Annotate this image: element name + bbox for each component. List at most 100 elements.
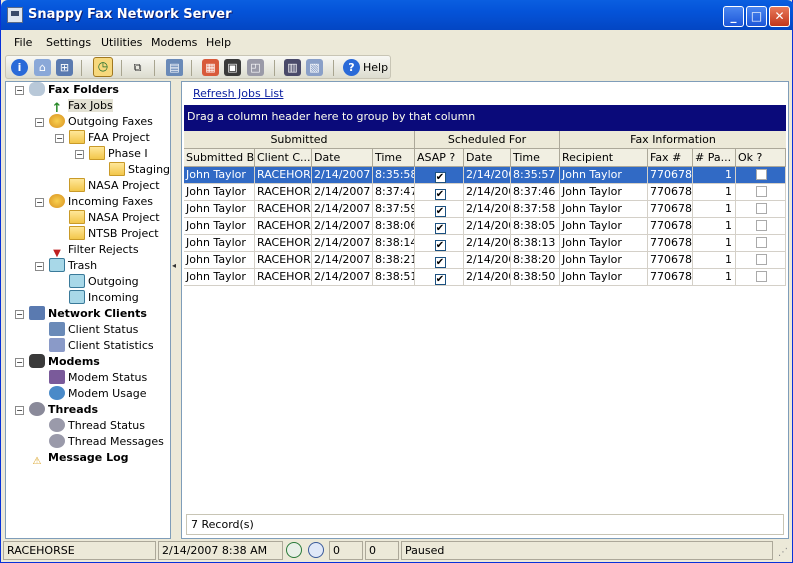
col-header-fax-number[interactable]: Fax #	[648, 149, 693, 167]
table-row[interactable]: John TaylorRACEHORS2/14/20078:35:58 AM✔2…	[184, 167, 786, 184]
cell-asap: ✔	[415, 201, 464, 218]
asap-checkbox[interactable]: ✔	[434, 189, 446, 200]
copy-icon[interactable]: ⧉	[129, 59, 146, 76]
refresh-jobs-link[interactable]: Refresh Jobs List	[193, 87, 283, 100]
fax-machine-icon[interactable]: ▣	[224, 59, 241, 76]
ok-checkbox[interactable]	[756, 203, 767, 214]
schedule-clock-icon[interactable]: ◷	[93, 57, 113, 77]
ok-checkbox[interactable]	[756, 271, 767, 282]
col-header-client-computer[interactable]: Client C...	[255, 149, 312, 167]
menu-file[interactable]: File	[14, 36, 32, 49]
cell-pages: 1	[693, 201, 736, 218]
tree-trash[interactable]: Trash	[49, 258, 97, 274]
tree-trash-incoming[interactable]: Incoming	[69, 290, 139, 306]
close-button[interactable]: ✕	[769, 6, 790, 27]
cell-recipient: John Taylor	[560, 235, 648, 252]
tree-thread-messages[interactable]: Thread Messages	[49, 434, 164, 450]
tree-client-statistics[interactable]: Client Statistics	[49, 338, 154, 354]
table-row[interactable]: John TaylorRACEHORS2/14/20078:38:06 AM✔2…	[184, 218, 786, 235]
tree-client-status[interactable]: Client Status	[49, 322, 138, 338]
collapse-toggle[interactable]: −	[55, 134, 64, 143]
col-header-asap[interactable]: ASAP ?	[415, 149, 464, 167]
col-header-scheduled-date[interactable]: Date	[464, 149, 511, 167]
ok-checkbox[interactable]	[756, 254, 767, 265]
tree-outgoing-faxes[interactable]: Outgoing Faxes	[49, 114, 153, 130]
ok-checkbox[interactable]	[756, 186, 767, 197]
table-row[interactable]: John TaylorRACEHORS2/14/20078:38:21 AM✔2…	[184, 252, 786, 269]
collapse-toggle[interactable]: −	[35, 262, 44, 271]
col-header-submitted-time[interactable]: Time	[373, 149, 415, 167]
tree-faa-project[interactable]: FAA Project	[69, 130, 150, 146]
collapse-toggle[interactable]: −	[15, 86, 24, 95]
asap-checkbox[interactable]: ✔	[434, 223, 446, 234]
tree-nasa-project-outgoing[interactable]: NASA Project	[69, 178, 160, 194]
database-icon[interactable]: ▥	[284, 59, 301, 76]
tree-message-log[interactable]: ⚠ Message Log	[29, 450, 129, 467]
home-network-icon[interactable]: ⌂	[34, 59, 51, 76]
tree-thread-status[interactable]: Thread Status	[49, 418, 145, 434]
trash-icon	[69, 274, 85, 288]
asap-checkbox[interactable]: ✔	[434, 257, 446, 268]
title-bar[interactable]: Snappy Fax Network Server _ □ ✕	[1, 0, 793, 30]
minimize-button[interactable]: _	[723, 6, 744, 27]
collapse-toggle[interactable]: −	[15, 310, 24, 319]
collapse-toggle[interactable]: −	[75, 150, 84, 159]
tree-phase-i[interactable]: Phase I	[89, 146, 148, 162]
menu-utilities[interactable]: Utilities	[101, 36, 142, 49]
ok-checkbox[interactable]	[756, 220, 767, 231]
col-header-recipient[interactable]: Recipient	[560, 149, 648, 167]
menu-modems[interactable]: Modems	[151, 36, 197, 49]
resize-grip-icon[interactable]: ⋰	[778, 547, 788, 558]
cell-submitted-time: 8:38:14 AM	[373, 235, 415, 252]
tree-nasa-project-incoming[interactable]: NASA Project	[69, 210, 160, 226]
col-header-scheduled-time[interactable]: Time	[511, 149, 560, 167]
help-button-label[interactable]: Help	[363, 61, 388, 74]
tree-trash-outgoing[interactable]: Outgoing	[69, 274, 139, 290]
storage-icon[interactable]: ▧	[306, 59, 323, 76]
collapse-toggle[interactable]: −	[15, 406, 24, 415]
panel-splitter[interactable]: ◂	[172, 81, 180, 539]
table-row[interactable]: John TaylorRACEHORS2/14/20078:38:51 AM✔2…	[184, 269, 786, 286]
tree-modem-usage[interactable]: Modem Usage	[49, 386, 146, 402]
tree-threads[interactable]: Threads	[29, 402, 98, 418]
cell-fax-number: 7706789	[648, 184, 693, 201]
collapse-toggle[interactable]: −	[35, 198, 44, 207]
tree-network-clients[interactable]: Network Clients	[29, 306, 147, 322]
col-header-submitted-by[interactable]: Submitted By	[184, 149, 255, 167]
scanner-icon[interactable]: ◰	[247, 59, 264, 76]
col-header-ok[interactable]: Ok ?	[736, 149, 786, 167]
help-icon[interactable]: ?	[343, 59, 360, 76]
ok-checkbox[interactable]	[756, 237, 767, 248]
collapse-toggle[interactable]: −	[15, 358, 24, 367]
table-row[interactable]: John TaylorRACEHORS2/14/20078:38:14 AM✔2…	[184, 235, 786, 252]
col-header-pages[interactable]: # Pa...	[693, 149, 736, 167]
group-by-area[interactable]: Drag a column header here to group by th…	[184, 105, 786, 131]
tree-filter-rejects[interactable]: ▼ Filter Rejects	[49, 242, 138, 259]
col-header-submitted-date[interactable]: Date	[312, 149, 373, 167]
tree-staging[interactable]: Staging	[109, 162, 170, 178]
network-icon[interactable]: ⊞	[56, 59, 73, 76]
tree-modems[interactable]: Modems	[29, 354, 100, 370]
ok-checkbox[interactable]	[756, 169, 767, 180]
tree-ntsb-project[interactable]: NTSB Project	[69, 226, 159, 242]
menu-help[interactable]: Help	[206, 36, 231, 49]
trash-icon	[49, 258, 65, 272]
table-row[interactable]: John TaylorRACEHORS2/14/20078:37:59 AM✔2…	[184, 201, 786, 218]
asap-checkbox[interactable]: ✔	[434, 206, 446, 217]
cell-ok	[736, 184, 786, 201]
asap-checkbox[interactable]: ✔	[434, 274, 446, 285]
tree-fax-jobs[interactable]: ↑ Fax Jobs	[49, 98, 113, 116]
table-row[interactable]: John TaylorRACEHORS2/14/20078:37:47 AM✔2…	[184, 184, 786, 201]
info-icon[interactable]: i	[11, 59, 28, 76]
tree-modem-status[interactable]: Modem Status	[49, 370, 147, 386]
menu-settings[interactable]: Settings	[46, 36, 91, 49]
asap-checkbox[interactable]: ✔	[434, 172, 446, 183]
print-icon[interactable]: ▦	[202, 59, 219, 76]
tree-incoming-faxes[interactable]: Incoming Faxes	[49, 194, 153, 210]
tree-fax-folders[interactable]: Fax Folders	[29, 82, 119, 98]
asap-checkbox[interactable]: ✔	[434, 240, 446, 251]
collapse-toggle[interactable]: −	[35, 118, 44, 127]
maximize-button[interactable]: □	[746, 6, 767, 27]
collapse-arrow-icon[interactable]: ◂	[172, 261, 178, 271]
window-icon[interactable]: ▤	[166, 59, 183, 76]
